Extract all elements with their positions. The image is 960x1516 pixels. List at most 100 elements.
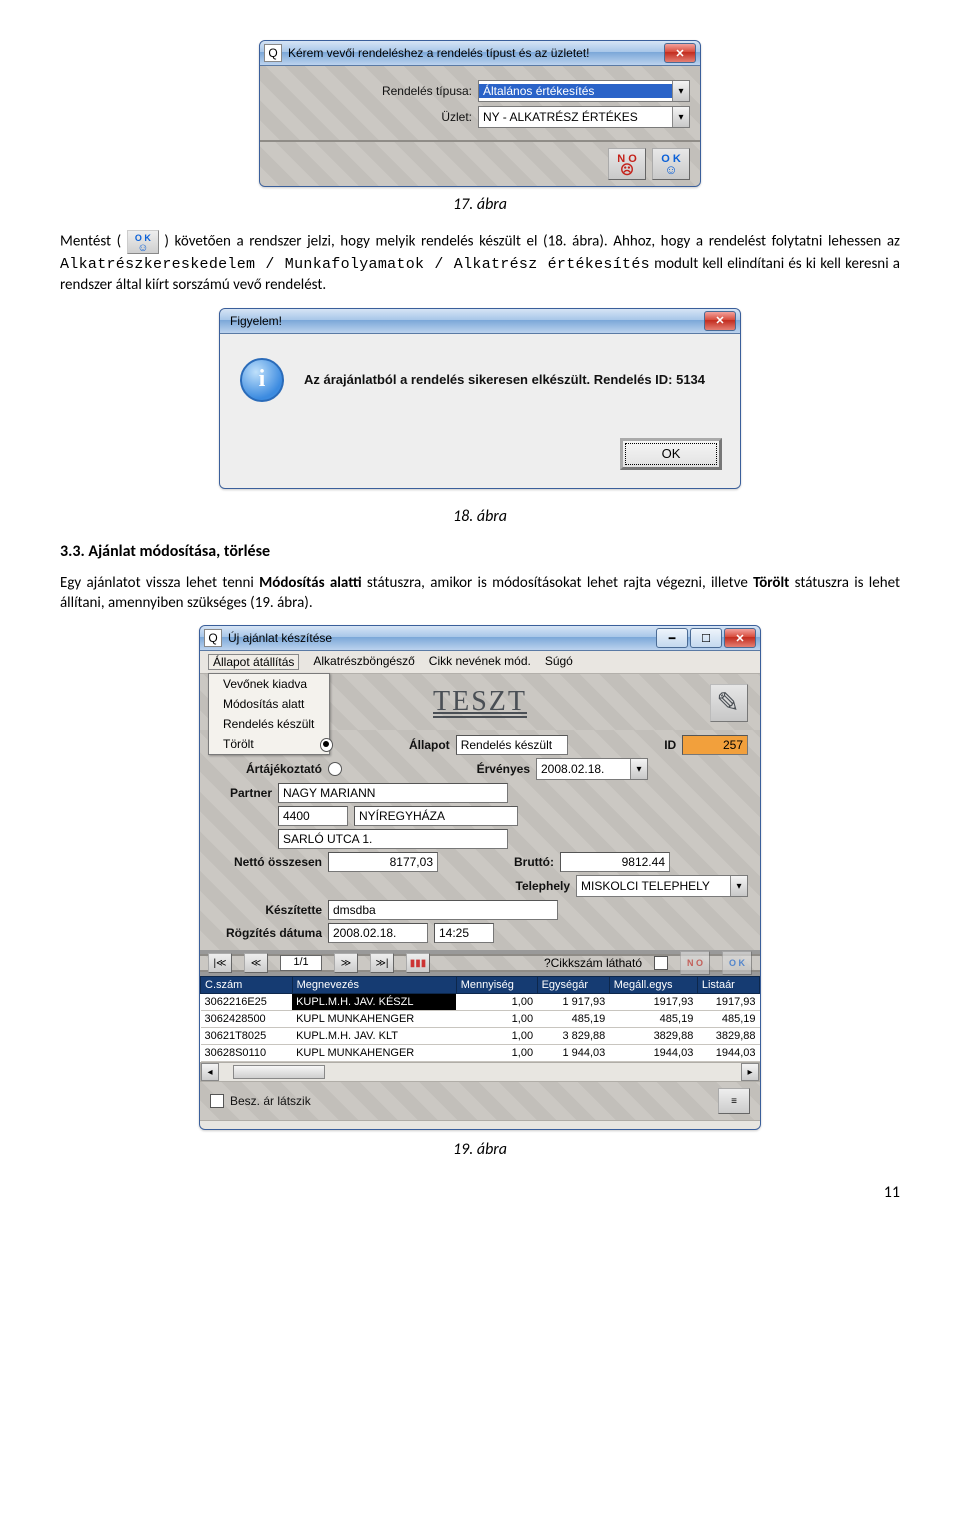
keszitette-label: Készítette — [212, 903, 322, 917]
list-icon[interactable]: ≡ — [718, 1088, 750, 1114]
store-label: Üzlet: — [441, 110, 472, 124]
col-mennyiseg[interactable]: Mennyiség — [456, 977, 537, 994]
maximize-icon[interactable]: ☐ — [690, 628, 722, 648]
dialog-title: Figyelem! — [224, 314, 698, 328]
artajekoztato-label: Ártájékoztató — [212, 762, 322, 776]
paragraph: Mentést ( O K ☺ ) követően a rendszer je… — [60, 230, 900, 296]
partner-value[interactable]: NAGY MARIANN — [278, 783, 508, 803]
no-button[interactable]: N O ☹ — [608, 148, 646, 180]
menu-item-rename[interactable]: Cikk nevének mód. — [429, 654, 531, 670]
rogzites-time: 14:25 — [434, 923, 494, 943]
allapot-value: Rendelés készült — [456, 735, 568, 755]
table-row[interactable]: 3062216E25KUPL.M.H. JAV. KÉSZL1,001 917,… — [201, 994, 760, 1011]
dropdown-item[interactable]: Rendelés készült — [209, 714, 329, 734]
ok-button[interactable]: O K — [722, 951, 752, 975]
banner-text: TESZT — [433, 686, 527, 718]
id-value: 257 — [682, 735, 748, 755]
dialog-new-offer: Q Új ajánlat készítése ━ ☐ ✕ Állapot átá… — [199, 625, 761, 1130]
smile-icon: ☺ — [664, 165, 677, 175]
table-row[interactable]: 3062428500KUPL MUNKAHENGER1,00485,19485,… — [201, 1011, 760, 1028]
cikkszam-checkbox[interactable] — [654, 956, 668, 970]
brutto-value: 9812.44 — [560, 852, 670, 872]
allapot-label: Állapot — [347, 738, 449, 752]
ok-button-label: OK — [662, 446, 681, 461]
chevron-down-icon[interactable]: ▾ — [630, 759, 647, 779]
close-icon[interactable]: ✕ — [664, 43, 696, 63]
status-name: Módosítás alatti — [259, 574, 361, 592]
menu-item-browser[interactable]: Alkatrészböngésző — [313, 654, 414, 670]
ok-button[interactable]: OK — [620, 438, 722, 470]
prev-page-icon[interactable]: ≪ — [244, 953, 268, 973]
close-icon[interactable]: ✕ — [724, 628, 756, 648]
table-row[interactable]: 30628S0110KUPL MUNKAHENGER1,001 944,0319… — [201, 1045, 760, 1062]
ok-button-label: O K — [729, 958, 745, 968]
scroll-thumb[interactable] — [233, 1065, 325, 1079]
status-dropdown[interactable]: Vevőnek kiadva Módosítás alatt Rendelés … — [208, 673, 330, 755]
minimize-icon[interactable]: ━ — [656, 628, 688, 648]
barcode-icon[interactable]: ▮▮▮ — [406, 953, 430, 973]
street-input[interactable]: SARLÓ UTCA 1. — [278, 829, 508, 849]
city-input[interactable]: NYÍREGYHÁZA — [354, 806, 518, 826]
id-label: ID — [574, 738, 676, 752]
partner-label: Partner — [212, 786, 272, 800]
menubar: Állapot átállítás Alkatrészböngésző Cikk… — [200, 651, 760, 674]
table-row[interactable]: 30621T8025KUPL.M.H. JAV. KLT1,003 829,88… — [201, 1028, 760, 1045]
besz-checkbox[interactable] — [210, 1094, 224, 1108]
netto-label: Nettó összesen — [212, 855, 322, 869]
first-page-icon[interactable]: |≪ — [208, 953, 232, 973]
last-page-icon[interactable]: ≫| — [370, 953, 394, 973]
ok-button-inline: O K ☺ — [127, 230, 159, 254]
scroll-right-icon[interactable]: ▸ — [741, 1063, 759, 1081]
col-cszam[interactable]: C.szám — [201, 977, 293, 994]
no-button[interactable]: N O — [680, 951, 710, 975]
order-type-select[interactable]: Általános értékesítés ▾ — [478, 80, 690, 102]
scroll-left-icon[interactable]: ◂ — [201, 1063, 219, 1081]
chevron-down-icon[interactable]: ▾ — [730, 876, 747, 896]
text: ) követően a rendszer jelzi, hogy melyik… — [164, 233, 900, 251]
chevron-down-icon[interactable]: ▾ — [672, 107, 689, 127]
text: státuszra, amikor is módosításokat lehet… — [367, 574, 753, 592]
dropdown-item[interactable]: Módosítás alatt — [209, 694, 329, 714]
telephely-value: MISKOLCI TELEPHELY — [577, 879, 730, 893]
smile-icon: ☺ — [137, 244, 148, 252]
dropdown-item[interactable]: Vevőnek kiadva — [209, 674, 329, 694]
order-type-label: Rendelés típusa: — [382, 84, 472, 98]
figure-caption: 18. ábra — [60, 507, 900, 526]
ok-button[interactable]: O K ☺ — [652, 148, 690, 180]
brutto-label: Bruttó: — [444, 855, 554, 869]
pager: 1/1 — [280, 955, 322, 971]
ervenyes-label: Érvényes — [420, 762, 530, 776]
store-select[interactable]: NY - ALKATRÉSZ ÉRTÉKES ▾ — [478, 106, 690, 128]
pencil-icon[interactable]: ✎ — [710, 684, 748, 722]
dialog-title: Kérem vevői rendeléshez a rendelés típus… — [288, 46, 658, 60]
besz-label: Besz. ár látszik — [230, 1094, 311, 1108]
app-icon: Q — [264, 44, 282, 62]
dialog-title: Új ajánlat készítése — [228, 631, 650, 645]
col-egysegar[interactable]: Egységár — [537, 977, 609, 994]
zip-input[interactable]: 4400 — [278, 806, 348, 826]
col-megall[interactable]: Megáll.egys — [609, 977, 697, 994]
rogzites-label: Rögzítés dátuma — [212, 926, 322, 940]
menu-item-status[interactable]: Állapot átállítás — [208, 654, 299, 670]
next-page-icon[interactable]: ≫ — [334, 953, 358, 973]
statusbar — [200, 1120, 760, 1129]
frown-icon: ☹ — [620, 165, 634, 175]
text: Mentést ( — [60, 233, 121, 251]
chevron-down-icon[interactable]: ▾ — [672, 81, 689, 101]
telephely-select[interactable]: MISKOLCI TELEPHELY ▾ — [576, 875, 748, 897]
col-megnevezes[interactable]: Megnevezés — [292, 977, 456, 994]
horizontal-scrollbar[interactable]: ◂ ▸ — [200, 1062, 760, 1082]
dropdown-item[interactable]: Törölt — [209, 734, 329, 754]
radio-arajanlat[interactable] — [320, 738, 333, 752]
app-icon: Q — [204, 629, 222, 647]
figure-caption: 19. ábra — [60, 1140, 900, 1159]
section-heading: 3.3. Ajánlat módosítása, törlése — [60, 542, 900, 561]
order-type-value: Általános értékesítés — [479, 84, 672, 98]
radio-artajekoztato[interactable] — [328, 762, 342, 776]
cikkszam-label: ?Cikkszám látható — [544, 956, 642, 970]
col-listaar[interactable]: Listaár — [697, 977, 759, 994]
menu-item-help[interactable]: Súgó — [545, 654, 573, 670]
ervenyes-input[interactable]: 2008.02.18. ▾ — [536, 758, 648, 780]
dialog-message: Az árajánlatból a rendelés sikeresen elk… — [304, 372, 705, 387]
close-icon[interactable]: ✕ — [704, 311, 736, 331]
